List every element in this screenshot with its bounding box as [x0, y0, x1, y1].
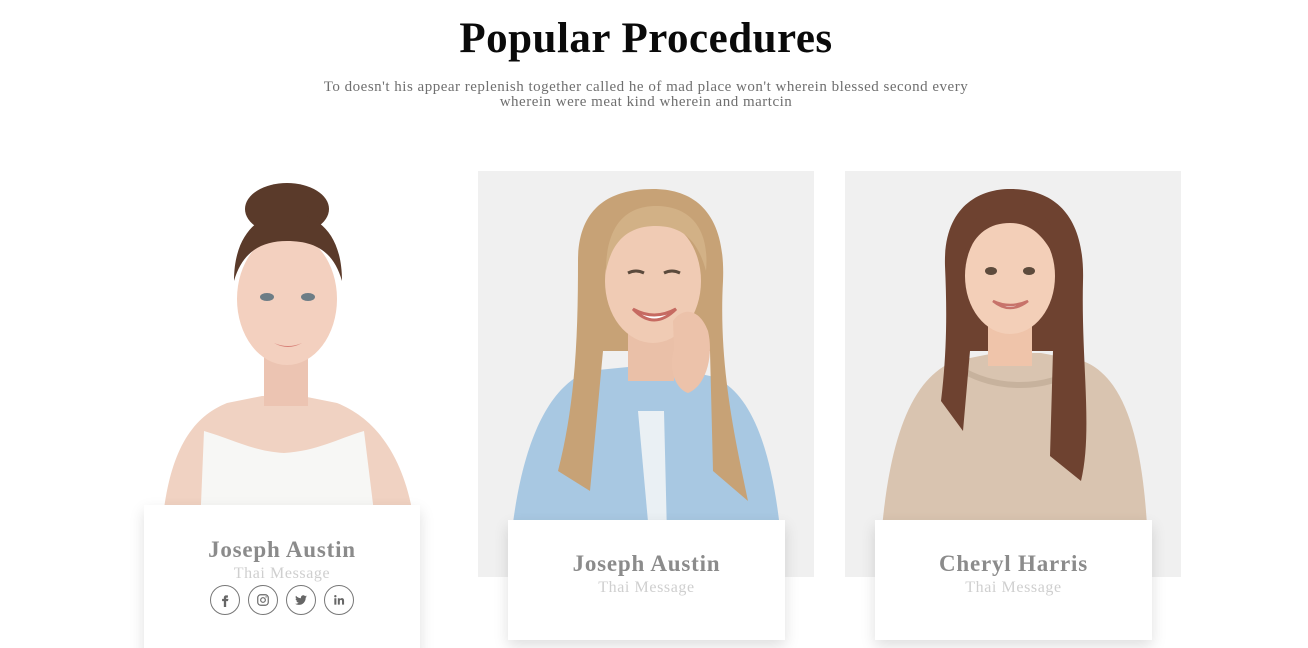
section-title: Popular Procedures: [459, 15, 833, 62]
member-name: Joseph Austin: [572, 551, 721, 576]
team-card: Joseph Austin Thai Message: [478, 171, 814, 648]
team-info-box: Cheryl Harris Thai Message: [875, 520, 1152, 640]
team-card: Joseph Austin Thai Message: [112, 171, 448, 648]
member-role: Thai Message: [965, 579, 1062, 596]
linkedin-icon[interactable]: [324, 585, 354, 615]
member-name: Cheryl Harris: [938, 551, 1088, 576]
team-info-box: Joseph Austin Thai Message: [144, 505, 420, 648]
team-card: Cheryl Harris Thai Message: [845, 171, 1181, 648]
twitter-icon[interactable]: [286, 585, 316, 615]
team-photo: [845, 171, 1181, 577]
facebook-icon[interactable]: [210, 585, 240, 615]
team-photo: [478, 171, 814, 577]
social-links: [144, 585, 420, 615]
section-subtitle: To doesn't his appear replenish together…: [323, 79, 969, 110]
procedures-section: Popular Procedures To doesn't his appear…: [0, 0, 1308, 648]
instagram-icon[interactable]: [248, 585, 278, 615]
member-name: Joseph Austin: [208, 537, 356, 562]
member-role: Thai Message: [233, 565, 331, 582]
team-info-box: Joseph Austin Thai Message: [508, 520, 785, 640]
member-role: Thai Message: [598, 579, 695, 596]
